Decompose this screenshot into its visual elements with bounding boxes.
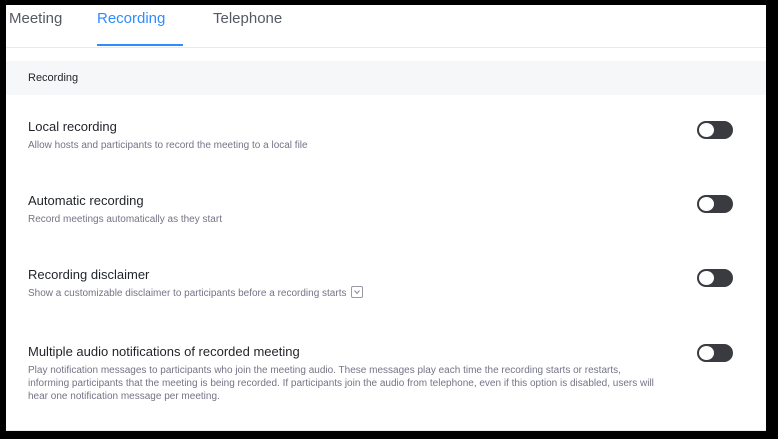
tab-recording[interactable]: Recording: [97, 10, 165, 27]
recording-disclaimer-toggle[interactable]: [697, 269, 733, 287]
chevron-down-box-icon[interactable]: [351, 286, 364, 299]
tab-meeting[interactable]: Meeting: [9, 10, 62, 27]
toggle-knob: [699, 123, 714, 137]
setting-description: Show a customizable disclaimer to partic…: [28, 288, 347, 299]
tab-telephone[interactable]: Telephone: [213, 10, 282, 27]
section-title: Recording: [28, 72, 79, 84]
settings-panel: Meeting Recording Telephone Recording Lo…: [6, 5, 766, 431]
section-header: Recording: [6, 61, 766, 95]
setting-multiple-audio-notifications: Multiple audio notifications of recorded…: [28, 344, 748, 403]
local-recording-toggle[interactable]: [697, 121, 733, 139]
setting-automatic-recording: Automatic recording Record meetings auto…: [28, 193, 748, 226]
setting-description: Record meetings automatically as they st…: [28, 214, 222, 225]
toggle-knob: [699, 346, 714, 360]
setting-title: Multiple audio notifications of recorded…: [28, 344, 300, 359]
toggle-knob: [699, 271, 714, 285]
setting-description: Play notification messages to participan…: [28, 365, 654, 402]
settings-tabs: Meeting Recording Telephone: [6, 5, 766, 48]
setting-title: Recording disclaimer: [28, 267, 150, 282]
screenshot-frame: Meeting Recording Telephone Recording Lo…: [0, 0, 778, 439]
active-tab-indicator: [97, 44, 183, 46]
setting-title: Local recording: [28, 119, 117, 134]
setting-local-recording: Local recording Allow hosts and particip…: [28, 119, 748, 152]
frame-edge: [0, 404, 6, 439]
multiple-audio-notifications-toggle[interactable]: [697, 344, 733, 362]
setting-title: Automatic recording: [28, 193, 144, 208]
setting-description-row: Show a customizable disclaimer to partic…: [28, 286, 648, 300]
divider: [6, 430, 766, 431]
automatic-recording-toggle[interactable]: [697, 195, 733, 213]
setting-recording-disclaimer: Recording disclaimer Show a customizable…: [28, 267, 748, 300]
setting-description: Allow hosts and participants to record t…: [28, 140, 308, 151]
toggle-knob: [699, 197, 714, 211]
